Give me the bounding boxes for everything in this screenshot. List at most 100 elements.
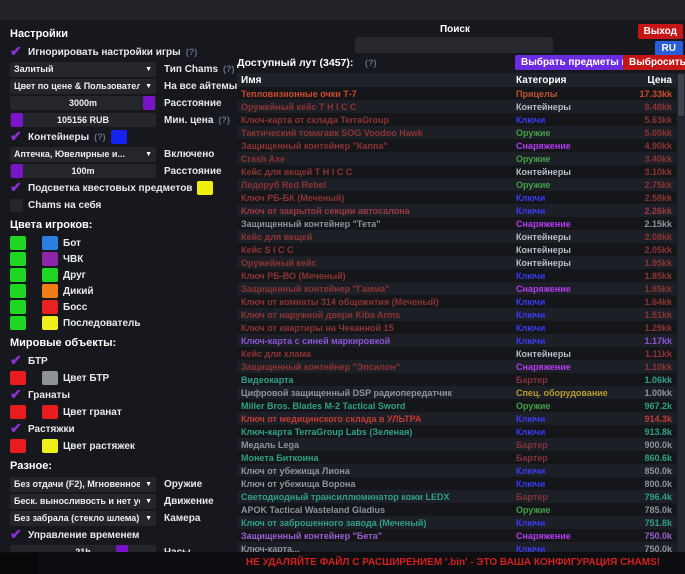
color-swatch[interactable] <box>10 316 26 330</box>
loot-table-row[interactable]: Цифровой защищенный DSP радиопередатчик … <box>237 386 676 399</box>
table-scrollbar[interactable] <box>677 73 685 552</box>
drop-all-button[interactable]: Выбросить все <box>623 55 685 70</box>
loot-table-row[interactable]: Ключ от наружной двери Kiba Arms Ключи 1… <box>237 308 676 321</box>
loot-table-row[interactable]: Оружейный кейс Контейнеры 1.95kk <box>237 256 676 269</box>
loot-table-row[interactable]: Кейс S I C C Контейнеры 2.05kk <box>237 243 676 256</box>
loot-table-row[interactable]: Защищенный контейнер "Бета" Снаряжение 7… <box>237 529 676 542</box>
checkbox-containers[interactable]: Контейнеры (?) <box>10 129 236 145</box>
loot-table-row[interactable]: Ключ от убежища Ворона Ключи 800.0k <box>237 477 676 490</box>
loot-table-row[interactable]: Crash Axe Оружие 3.40kk <box>237 152 676 165</box>
weapon-dropdown[interactable]: Без отдачи (F2), Мгновенное п ▼ <box>10 477 156 492</box>
checkbox-ignore-game-settings[interactable]: Игнорировать настройки игры (?) <box>10 44 236 60</box>
checkmark-icon[interactable] <box>10 389 23 402</box>
loot-table-row[interactable]: Тактический томагавк SOG Voodoo Hawk Ору… <box>237 126 676 139</box>
color-swatch[interactable] <box>42 236 58 250</box>
loot-table-row[interactable]: Защищенный контейнер "Каппа" Снаряжение … <box>237 139 676 152</box>
color-swatch[interactable] <box>10 284 26 298</box>
help-hint[interactable]: (?) <box>186 47 198 57</box>
loot-table-row[interactable]: Защищенный контейнер "Эпсилон" Снаряжени… <box>237 360 676 373</box>
help-hint[interactable]: (?) <box>365 58 377 68</box>
loot-table-row[interactable]: Кейс для хлама Контейнеры 1.11kk <box>237 347 676 360</box>
loot-table-row[interactable]: Оружейный кейс T H I C C Контейнеры 8.48… <box>237 100 676 113</box>
slider-thumb[interactable] <box>11 113 23 127</box>
loot-table-row[interactable]: Светодиодный трансиллюминатор кожи LEDX … <box>237 490 676 503</box>
loot-table-row[interactable]: Ключ-карта... Ключи 750.0k <box>237 542 676 552</box>
loot-table-row[interactable]: Ключ от комнаты 314 общежития (Меченый) … <box>237 295 676 308</box>
loot-table-row[interactable]: Ключ-карта от склада TerraGroup Ключи 5.… <box>237 113 676 126</box>
loot-table-row[interactable]: Ключ РБ-ВО (Меченый) Ключи 1.85kk <box>237 269 676 282</box>
loot-distance-slider[interactable]: 100m <box>10 164 156 178</box>
loot-table-row[interactable]: Ключ от заброшенного завода (Меченый) Кл… <box>237 516 676 529</box>
help-hint[interactable]: (?) <box>223 64 235 74</box>
loot-table-row[interactable]: Ключ от убежища Лиона Ключи 850.0k <box>237 464 676 477</box>
color-swatch[interactable] <box>42 405 58 419</box>
loot-table-row[interactable]: Ключ от закрытой секции автосалона Ключи… <box>237 204 676 217</box>
checkbox-quest-highlight[interactable]: Подсветка квестовых предметов <box>10 180 236 196</box>
slider-thumb[interactable] <box>143 96 155 110</box>
settings-title: Настройки <box>10 26 236 43</box>
min-price-slider[interactable]: 105156 RUB <box>10 113 156 127</box>
loot-table-row[interactable]: Тепловизионные очки Т-7 Прицелы 17.33kk <box>237 87 676 100</box>
checkbox-tripwires[interactable]: Растяжки <box>10 421 236 437</box>
color-swatch[interactable] <box>10 405 26 419</box>
loot-table-row[interactable]: Miller Bros. Blades M-2 Tactical Sword О… <box>237 399 676 412</box>
color-mode-dropdown[interactable]: Цвет по цене & Пользователь ▼ <box>10 79 156 94</box>
container-color-swatch[interactable] <box>111 130 127 144</box>
checkbox-chams-self[interactable]: Chams на себя <box>10 197 236 213</box>
loot-table-row[interactable]: Ледоруб Red Rebel Оружие 2.75kk <box>237 178 676 191</box>
scrollbar-thumb[interactable] <box>678 74 684 116</box>
checkmark-icon[interactable] <box>10 131 23 144</box>
language-button[interactable]: RU <box>655 41 683 56</box>
distance-slider[interactable]: 3000m <box>10 96 156 110</box>
loot-table-row[interactable]: Медаль Lega Бартер 900.0k <box>237 438 676 451</box>
movement-dropdown[interactable]: Беск. выносливость и нет уста ▼ <box>10 494 156 509</box>
loot-filter-dropdown[interactable]: Аптечка, Ювелирные и... ▼ <box>10 147 156 162</box>
color-swatch[interactable] <box>10 268 26 282</box>
color-swatch[interactable] <box>42 371 58 385</box>
checkmark-icon[interactable] <box>10 529 23 542</box>
item-category: Снаряжение <box>516 284 620 294</box>
chams-type-dropdown[interactable]: Залитый ▼ <box>10 62 156 77</box>
checkmark-icon[interactable] <box>10 46 23 59</box>
color-swatch[interactable] <box>42 300 58 314</box>
help-hint[interactable]: (?) <box>218 115 230 125</box>
camera-dropdown[interactable]: Без забрала (стекло шлема) ▼ <box>10 511 156 526</box>
loot-table-row[interactable]: Монета Биткоина Бартер 860.6k <box>237 451 676 464</box>
color-swatch[interactable] <box>42 268 58 282</box>
loot-table-row[interactable]: Ключ от квартиры на Чеканной 15 Ключи 1.… <box>237 321 676 334</box>
search-input[interactable] <box>355 37 553 53</box>
loot-table-row[interactable]: Ключ-карта с синей маркировкой Ключи 1.1… <box>237 334 676 347</box>
loot-table-row[interactable]: Видеокарта Бартер 1.06kk <box>237 373 676 386</box>
item-name: Защищенный контейнер "Тета" <box>237 219 516 229</box>
loot-table-row[interactable]: APOK Tactical Wasteland Gladius Оружие 7… <box>237 503 676 516</box>
quest-color-swatch[interactable] <box>197 181 213 195</box>
checkmark-icon[interactable] <box>10 182 23 195</box>
exit-button[interactable]: Выход <box>638 24 683 39</box>
help-hint[interactable]: (?) <box>94 132 106 142</box>
loot-table-row[interactable]: Ключ от медицинского склада в УЛЬТРА Клю… <box>237 412 676 425</box>
loot-table-row[interactable]: Кейс для вещей T H I C C Контейнеры 3.10… <box>237 165 676 178</box>
loot-table-row[interactable]: Ключ РБ-БК (Меченый) Ключи 2.58kk <box>237 191 676 204</box>
color-swatch[interactable] <box>42 284 58 298</box>
color-swatch[interactable] <box>10 371 26 385</box>
loot-table-row[interactable]: Кейс для вещей Контейнеры 2.08kk <box>237 230 676 243</box>
checkbox-unchecked[interactable] <box>10 199 23 212</box>
checkmark-icon[interactable] <box>10 355 23 368</box>
color-swatch[interactable] <box>42 252 58 266</box>
loot-table-row[interactable]: Защищенный контейнер "Тета" Снаряжение 2… <box>237 217 676 230</box>
checkbox-btr[interactable]: БТР <box>10 353 236 369</box>
color-swatch[interactable] <box>10 300 26 314</box>
color-swatch[interactable] <box>10 236 26 250</box>
checkbox-time-control[interactable]: Управление временем <box>10 527 236 543</box>
checkbox-grenades[interactable]: Гранаты <box>10 387 236 403</box>
color-swatch[interactable] <box>10 439 26 453</box>
color-swatch[interactable] <box>42 439 58 453</box>
checkmark-icon[interactable] <box>10 423 23 436</box>
color-swatch[interactable] <box>42 316 58 330</box>
item-category: Ключи <box>516 310 620 320</box>
item-category: Снаряжение <box>516 531 620 541</box>
loot-table-row[interactable]: Ключ-карта TerraGroup Labs (Зеленая) Клю… <box>237 425 676 438</box>
loot-table-row[interactable]: Защищенный контейнер "Гамма" Снаряжение … <box>237 282 676 295</box>
slider-thumb[interactable] <box>11 164 23 178</box>
color-swatch[interactable] <box>10 252 26 266</box>
